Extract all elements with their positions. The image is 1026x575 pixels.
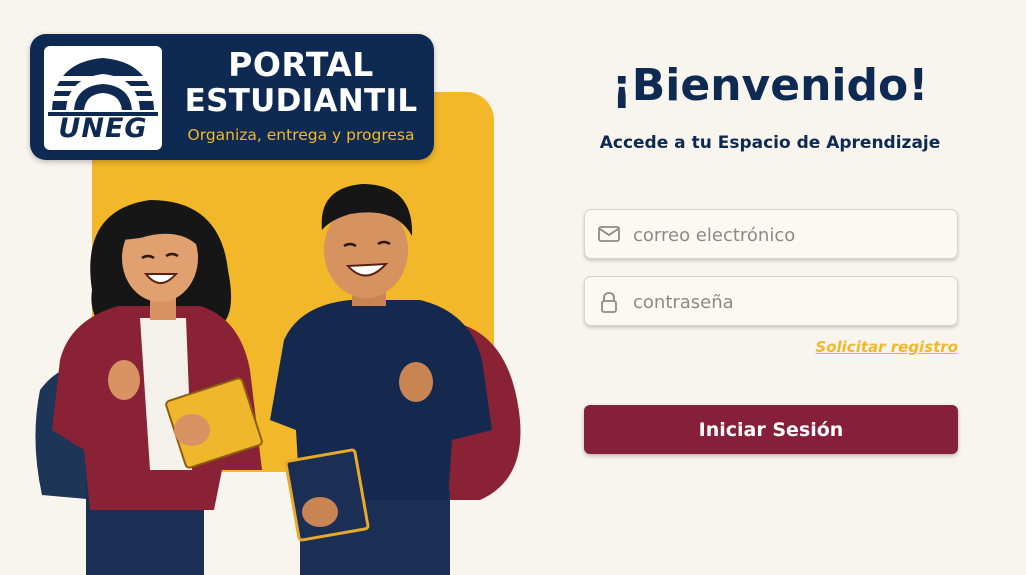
logo-wordmark: UNEG [58, 113, 148, 144]
email-input[interactable] [631, 210, 945, 260]
login-panel: ¡Bienvenido! Accede a tu Espacio de Apre… [570, 0, 1026, 575]
uneg-logo: UNEG [44, 46, 162, 150]
hero-panel: UNEG PORTAL ESTUDIANTIL Organiza, entreg… [0, 0, 560, 575]
login-button[interactable]: Iniciar Sesión [584, 405, 958, 454]
welcome-heading: ¡Bienvenido! [611, 60, 929, 111]
portal-title-line1: PORTAL [228, 45, 374, 84]
email-field[interactable] [584, 209, 958, 260]
password-input[interactable] [631, 277, 945, 327]
portal-tagline: Organiza, entrega y progresa [187, 126, 415, 144]
password-field[interactable] [584, 276, 958, 327]
brand-banner: UNEG PORTAL ESTUDIANTIL Organiza, entreg… [30, 34, 434, 160]
portal-title-line2: ESTUDIANTIL [184, 83, 418, 119]
lock-icon [601, 292, 617, 313]
register-link[interactable]: Solicitar registro [815, 338, 958, 356]
mail-icon [598, 226, 620, 242]
welcome-subtitle: Accede a tu Espacio de Aprendizaje [599, 133, 941, 153]
